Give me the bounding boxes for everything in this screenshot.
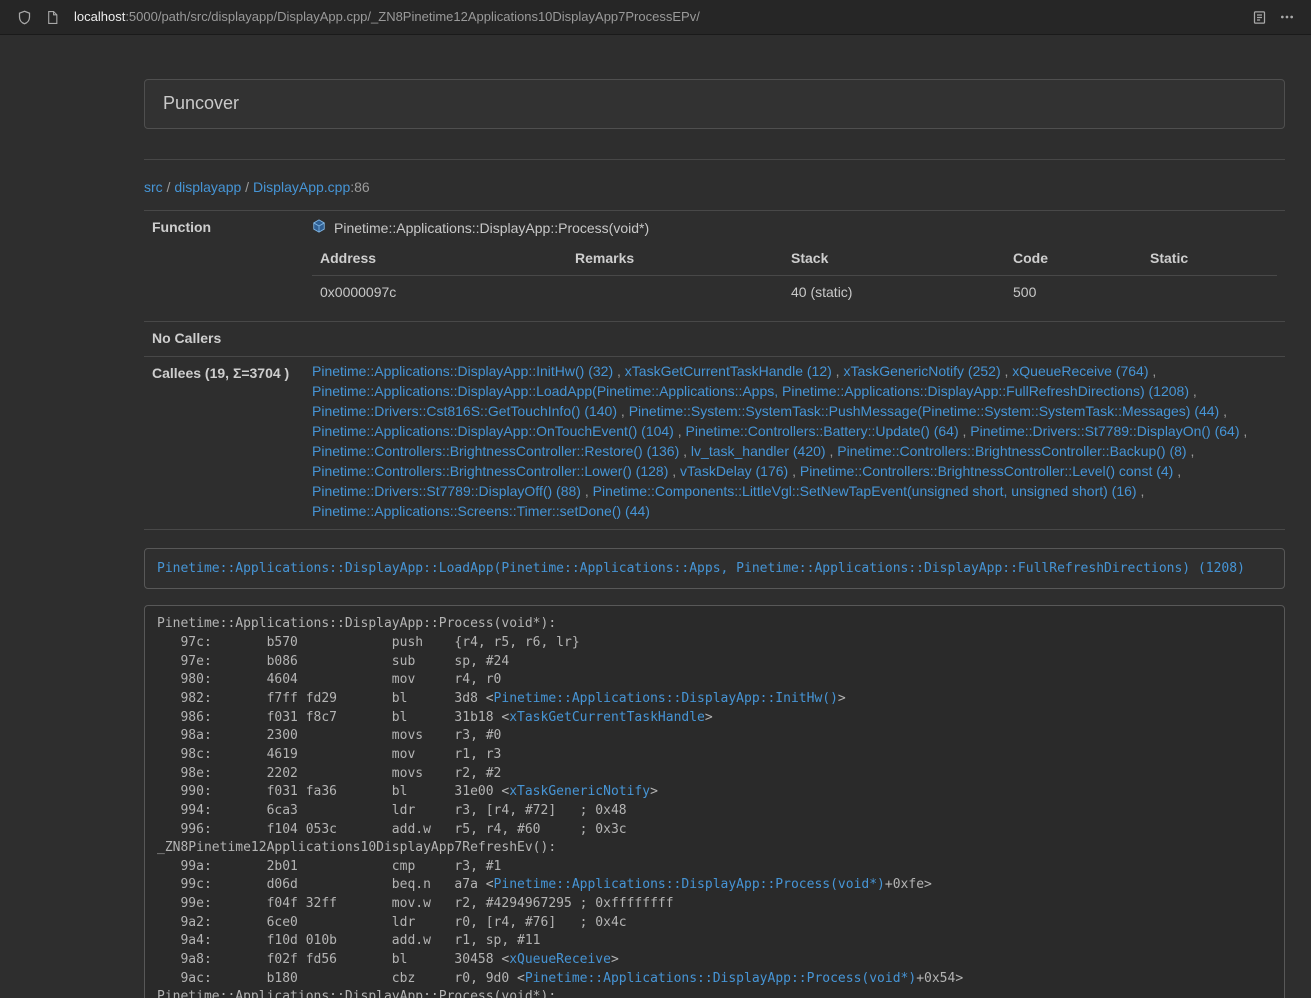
assembly-code: Pinetime::Applications::DisplayApp::Proc… (144, 605, 1285, 998)
callee-link[interactable]: xTaskGenericNotify (252) (843, 363, 1000, 379)
callee-separator: , (1240, 423, 1248, 439)
callee-separator: , (1219, 403, 1227, 419)
stats-header-code: Code (1005, 243, 1142, 275)
function-icon (312, 219, 326, 239)
callees-row: Callees (19, Σ=3704 ) Pinetime::Applicat… (144, 356, 1285, 529)
callee-link[interactable]: Pinetime::Drivers::St7789::DisplayOn() (… (970, 423, 1239, 439)
stats-header-stack: Stack (783, 243, 1005, 275)
breadcrumb-link-displayapp-cpp[interactable]: DisplayApp.cpp (253, 179, 350, 195)
stats-static-value (1142, 275, 1277, 312)
callee-link[interactable]: Pinetime::Controllers::BrightnessControl… (312, 463, 668, 479)
callee-link[interactable]: Pinetime::Components::LittleVgl::SetNewT… (593, 483, 1137, 499)
callee-separator: , (959, 423, 971, 439)
breadcrumb-link-src[interactable]: src (144, 179, 163, 195)
callee-separator: , (668, 463, 680, 479)
callee-link[interactable]: Pinetime::Controllers::BrightnessControl… (800, 463, 1173, 479)
assembly-symbol-link[interactable]: Pinetime::Applications::DisplayApp::Proc… (494, 877, 885, 892)
stats-header-remarks: Remarks (567, 243, 783, 275)
callee-separator: , (617, 403, 629, 419)
callee-separator: , (826, 443, 838, 459)
callee-link[interactable]: Pinetime::Drivers::Cst816S::GetTouchInfo… (312, 403, 617, 419)
callee-separator: , (1137, 483, 1145, 499)
stats-value-row: 0x0000097c 40 (static) 500 (312, 275, 1277, 312)
callee-link[interactable]: Pinetime::System::SystemTask::PushMessag… (629, 403, 1220, 419)
callee-separator: , (1148, 363, 1156, 379)
assembly-symbol-link[interactable]: Pinetime::Applications::DisplayApp::Proc… (525, 971, 916, 986)
stats-remarks-value (567, 275, 783, 312)
callee-separator: , (1189, 383, 1197, 399)
breadcrumb-separator: / (163, 179, 175, 195)
menu-dots-icon[interactable] (1275, 5, 1299, 29)
brand-link[interactable]: Puncover (163, 91, 239, 117)
navbar: Puncover (144, 79, 1285, 129)
page-container: Puncover src / displayapp / DisplayApp.c… (144, 79, 1285, 998)
page-favicon-icon (40, 5, 64, 29)
assembly-symbol-link[interactable]: Pinetime::Applications::DisplayApp::Init… (494, 691, 838, 706)
callee-link[interactable]: Pinetime::Controllers::Battery::Update()… (686, 423, 959, 439)
assembly-symbol-link[interactable]: xTaskGenericNotify (509, 784, 650, 799)
highlighted-symbol-panel: Pinetime::Applications::DisplayApp::Load… (144, 548, 1285, 590)
callers-row: No Callers (144, 321, 1285, 356)
callee-link[interactable]: xTaskGetCurrentTaskHandle (12) (625, 363, 832, 379)
browser-chrome: localhost:5000/path/src/displayapp/Displ… (0, 0, 1311, 35)
url-host: localhost (74, 9, 125, 24)
callee-link[interactable]: lv_task_handler (420) (691, 443, 826, 459)
url-path: :5000/path/src/displayapp/DisplayApp.cpp… (125, 9, 700, 24)
callers-label: No Callers (144, 321, 304, 356)
callee-link[interactable]: Pinetime::Applications::DisplayApp::Init… (312, 363, 613, 379)
breadcrumb-line-number: :86 (350, 179, 369, 195)
callee-link[interactable]: Pinetime::Applications::Screens::Timer::… (312, 503, 650, 519)
callee-link[interactable]: xQueueReceive (764) (1012, 363, 1148, 379)
callee-link[interactable]: vTaskDelay (176) (680, 463, 788, 479)
url-bar[interactable]: localhost:5000/path/src/displayapp/Displ… (74, 8, 1237, 27)
callees-list: Pinetime::Applications::DisplayApp::Init… (304, 356, 1285, 529)
callee-link[interactable]: Pinetime::Applications::DisplayApp::OnTo… (312, 423, 674, 439)
callee-separator: , (1173, 463, 1181, 479)
callee-separator: , (613, 363, 625, 379)
callee-separator: , (788, 463, 800, 479)
assembly-symbol-link[interactable]: xQueueReceive (509, 952, 611, 967)
assembly-symbol-link[interactable]: xTaskGetCurrentTaskHandle (509, 710, 705, 725)
stats-header-row: Address Remarks Stack Code Static (312, 243, 1277, 275)
breadcrumb: src / displayapp / DisplayApp.cpp:86 (144, 178, 1285, 198)
function-table: Function Pinetime::Applications::Display… (144, 210, 1285, 530)
callee-link[interactable]: Pinetime::Applications::DisplayApp::Load… (312, 383, 1189, 399)
callee-link[interactable]: Pinetime::Drivers::St7789::DisplayOff() … (312, 483, 581, 499)
stats-header-address: Address (312, 243, 567, 275)
callee-separator: , (832, 363, 844, 379)
stats-stack-value: 40 (static) (783, 275, 1005, 312)
function-name: Pinetime::Applications::DisplayApp::Proc… (334, 219, 649, 239)
breadcrumb-link-displayapp[interactable]: displayapp (174, 179, 241, 195)
breadcrumb-separator: / (241, 179, 253, 195)
shield-icon[interactable] (12, 5, 36, 29)
function-row-label: Function (144, 210, 304, 321)
callee-separator: , (1001, 363, 1013, 379)
reader-mode-icon[interactable] (1247, 5, 1271, 29)
function-name-line: Pinetime::Applications::DisplayApp::Proc… (312, 215, 1277, 239)
divider (144, 159, 1285, 160)
stats-code-value: 500 (1005, 275, 1142, 312)
callees-label: Callees (19, Σ=3704 ) (144, 356, 304, 529)
callee-separator: , (674, 423, 686, 439)
callee-separator: , (679, 443, 691, 459)
stats-table: Address Remarks Stack Code Static 0x0000… (312, 243, 1277, 313)
stats-address-value: 0x0000097c (312, 275, 567, 312)
callee-link[interactable]: Pinetime::Controllers::BrightnessControl… (837, 443, 1186, 459)
callee-separator: , (581, 483, 593, 499)
callee-link[interactable]: Pinetime::Controllers::BrightnessControl… (312, 443, 679, 459)
function-row: Function Pinetime::Applications::Display… (144, 210, 1285, 321)
stats-header-static: Static (1142, 243, 1277, 275)
highlighted-symbol-link[interactable]: Pinetime::Applications::DisplayApp::Load… (157, 561, 1245, 576)
callee-separator: , (1187, 443, 1195, 459)
